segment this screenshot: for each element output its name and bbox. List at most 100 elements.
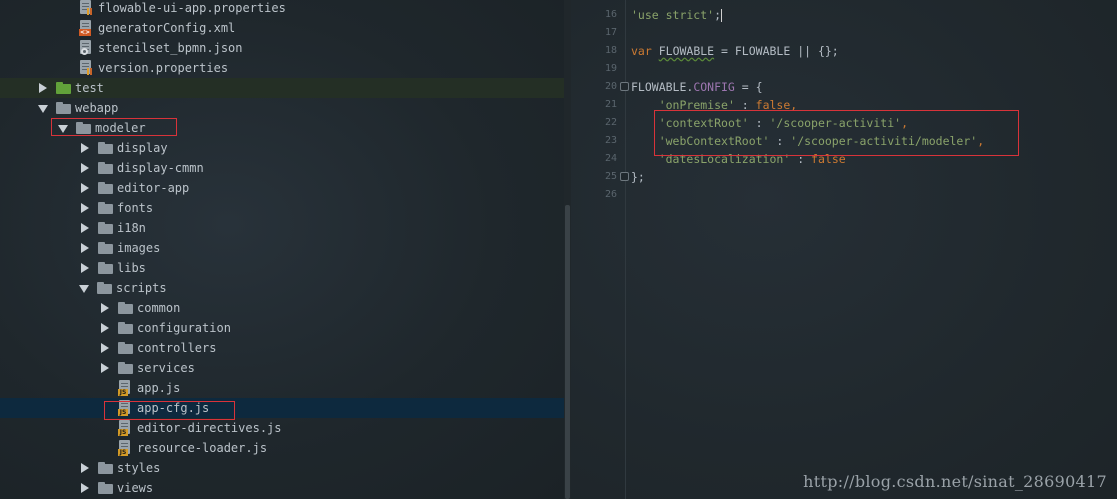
text-cursor bbox=[721, 9, 723, 22]
tree-item-file[interactable]: JS editor-directives.js bbox=[0, 418, 564, 438]
code-token: 'use strict' bbox=[631, 8, 715, 22]
tree-item-folder[interactable]: styles bbox=[0, 458, 564, 478]
tree-item-folder[interactable]: display-cmmn bbox=[0, 158, 564, 178]
chevron-right-icon[interactable] bbox=[100, 358, 110, 378]
folder-icon bbox=[98, 462, 113, 474]
tree-item-folder[interactable]: i18n bbox=[0, 218, 564, 238]
code-line-22[interactable]: 'contextRoot' : '/scooper-activiti', bbox=[631, 114, 908, 132]
chevron-right-icon[interactable] bbox=[80, 218, 90, 238]
json-file-icon bbox=[79, 40, 93, 56]
tree-item-file-selected[interactable]: JS app-cfg.js bbox=[0, 398, 564, 418]
chevron-right-icon[interactable] bbox=[80, 458, 90, 478]
folder-icon bbox=[118, 302, 133, 314]
code-token: : bbox=[748, 116, 770, 130]
folder-icon bbox=[98, 262, 113, 274]
tree-item-file[interactable]: JS app.js bbox=[0, 378, 564, 398]
chevron-right-icon[interactable] bbox=[80, 198, 90, 218]
tree-item-folder-webapp[interactable]: webapp bbox=[0, 98, 564, 118]
chevron-down-icon[interactable] bbox=[58, 118, 68, 138]
folder-icon bbox=[98, 222, 113, 234]
editor-gutter: 16 17 18 19 20 21 22 23 24 25 26 bbox=[571, 0, 626, 499]
tree-item-label: fonts bbox=[117, 201, 154, 215]
tree-item-folder[interactable]: services bbox=[0, 358, 564, 378]
properties-file-icon bbox=[79, 0, 93, 16]
fold-open-icon[interactable] bbox=[620, 82, 629, 91]
tree-item-folder[interactable]: views bbox=[0, 478, 564, 498]
chevron-right-icon[interactable] bbox=[80, 478, 90, 498]
tree-item-label: common bbox=[137, 301, 181, 315]
tree-item-label: libs bbox=[117, 261, 146, 275]
chevron-right-icon[interactable] bbox=[38, 78, 48, 98]
line-number: 20 bbox=[604, 81, 617, 92]
code-line-16[interactable]: 'use strict'; bbox=[631, 6, 723, 24]
code-line-23[interactable]: 'webContextRoot' : '/scooper-activiti/mo… bbox=[631, 132, 984, 150]
line-number: 19 bbox=[604, 63, 617, 74]
tree-item-label: modeler bbox=[95, 121, 146, 135]
folder-icon bbox=[98, 242, 113, 254]
code-line-25[interactable]: }; bbox=[631, 168, 645, 186]
tree-item-folder-modeler[interactable]: modeler bbox=[0, 118, 564, 138]
tree-item-label: images bbox=[117, 241, 161, 255]
line-number: 16 bbox=[604, 9, 617, 20]
line-number: 22 bbox=[604, 117, 617, 128]
folder-icon bbox=[98, 182, 113, 194]
tree-item-folder[interactable]: libs bbox=[0, 258, 564, 278]
line-number: 24 bbox=[604, 153, 617, 164]
tree-item-label: webapp bbox=[75, 101, 119, 115]
line-number: 17 bbox=[604, 27, 617, 38]
chevron-right-icon[interactable] bbox=[80, 158, 90, 178]
tree-item-file[interactable]: <> generatorConfig.xml bbox=[0, 18, 564, 38]
fold-close-icon[interactable] bbox=[620, 172, 629, 181]
line-number: 26 bbox=[604, 189, 617, 200]
code-token: : bbox=[734, 98, 756, 112]
tree-item-file[interactable]: flowable-ui-app.properties bbox=[0, 0, 564, 18]
code-editor[interactable]: 16 17 18 19 20 21 22 23 24 25 26 'use st… bbox=[571, 0, 1117, 499]
tree-scrollbar[interactable] bbox=[564, 0, 571, 499]
tree-item-folder-scripts[interactable]: scripts bbox=[0, 278, 564, 298]
folder-icon bbox=[118, 362, 133, 374]
tree-item-label: editor-directives.js bbox=[137, 421, 282, 435]
tree-item-label: scripts bbox=[116, 281, 167, 295]
tree-item-folder[interactable]: display bbox=[0, 138, 564, 158]
tree-item-label: test bbox=[75, 81, 104, 95]
chevron-down-icon[interactable] bbox=[38, 98, 48, 118]
tree-item-folder[interactable]: configuration bbox=[0, 318, 564, 338]
tree-item-file[interactable]: stencilset_bpmn.json bbox=[0, 38, 564, 58]
properties-file-icon bbox=[79, 60, 93, 76]
code-line-21[interactable]: 'onPremise' : false, bbox=[631, 96, 798, 114]
folder-icon bbox=[118, 342, 133, 354]
tree-item-folder[interactable]: images bbox=[0, 238, 564, 258]
code-line-18[interactable]: var FLOWABLE = FLOWABLE || {}; bbox=[631, 42, 839, 60]
tree-item-label: display bbox=[117, 141, 168, 155]
tree-item-folder[interactable]: controllers bbox=[0, 338, 564, 358]
chevron-right-icon[interactable] bbox=[80, 178, 90, 198]
code-token: '/scooper-activiti' bbox=[769, 116, 902, 130]
tree-item-folder-test[interactable]: test bbox=[0, 78, 564, 98]
chevron-down-icon[interactable] bbox=[79, 278, 89, 298]
chevron-right-icon[interactable] bbox=[80, 138, 90, 158]
tree-item-folder[interactable]: editor-app bbox=[0, 178, 564, 198]
chevron-right-icon[interactable] bbox=[100, 318, 110, 338]
tree-item-label: views bbox=[117, 481, 154, 495]
tree-item-file[interactable]: JS resource-loader.js bbox=[0, 438, 564, 458]
code-token: = { bbox=[734, 80, 763, 94]
tree-item-folder[interactable]: fonts bbox=[0, 198, 564, 218]
chevron-right-icon[interactable] bbox=[80, 238, 90, 258]
xml-file-icon: <> bbox=[79, 20, 93, 36]
tree-item-folder[interactable]: common bbox=[0, 298, 564, 318]
chevron-right-icon[interactable] bbox=[100, 298, 110, 318]
code-line-20[interactable]: FLOWABLE.CONFIG = { bbox=[631, 78, 763, 96]
tree-item-label: editor-app bbox=[117, 181, 190, 195]
code-token: , bbox=[901, 116, 908, 130]
code-token: false bbox=[755, 98, 791, 112]
chevron-right-icon[interactable] bbox=[100, 338, 110, 358]
tree-item-label: app.js bbox=[137, 381, 181, 395]
chevron-right-icon[interactable] bbox=[80, 258, 90, 278]
code-token: FLOWABLE bbox=[658, 44, 715, 58]
tree-item-file[interactable]: version.properties bbox=[0, 58, 564, 78]
code-token: : bbox=[769, 134, 791, 148]
code-line-24[interactable]: 'datesLocalization' : false bbox=[631, 150, 846, 168]
tree-scrollbar-thumb[interactable] bbox=[565, 205, 570, 499]
watermark-text: http://blog.csdn.net/sinat_28690417 bbox=[803, 472, 1107, 491]
js-file-icon: JS bbox=[118, 400, 132, 416]
